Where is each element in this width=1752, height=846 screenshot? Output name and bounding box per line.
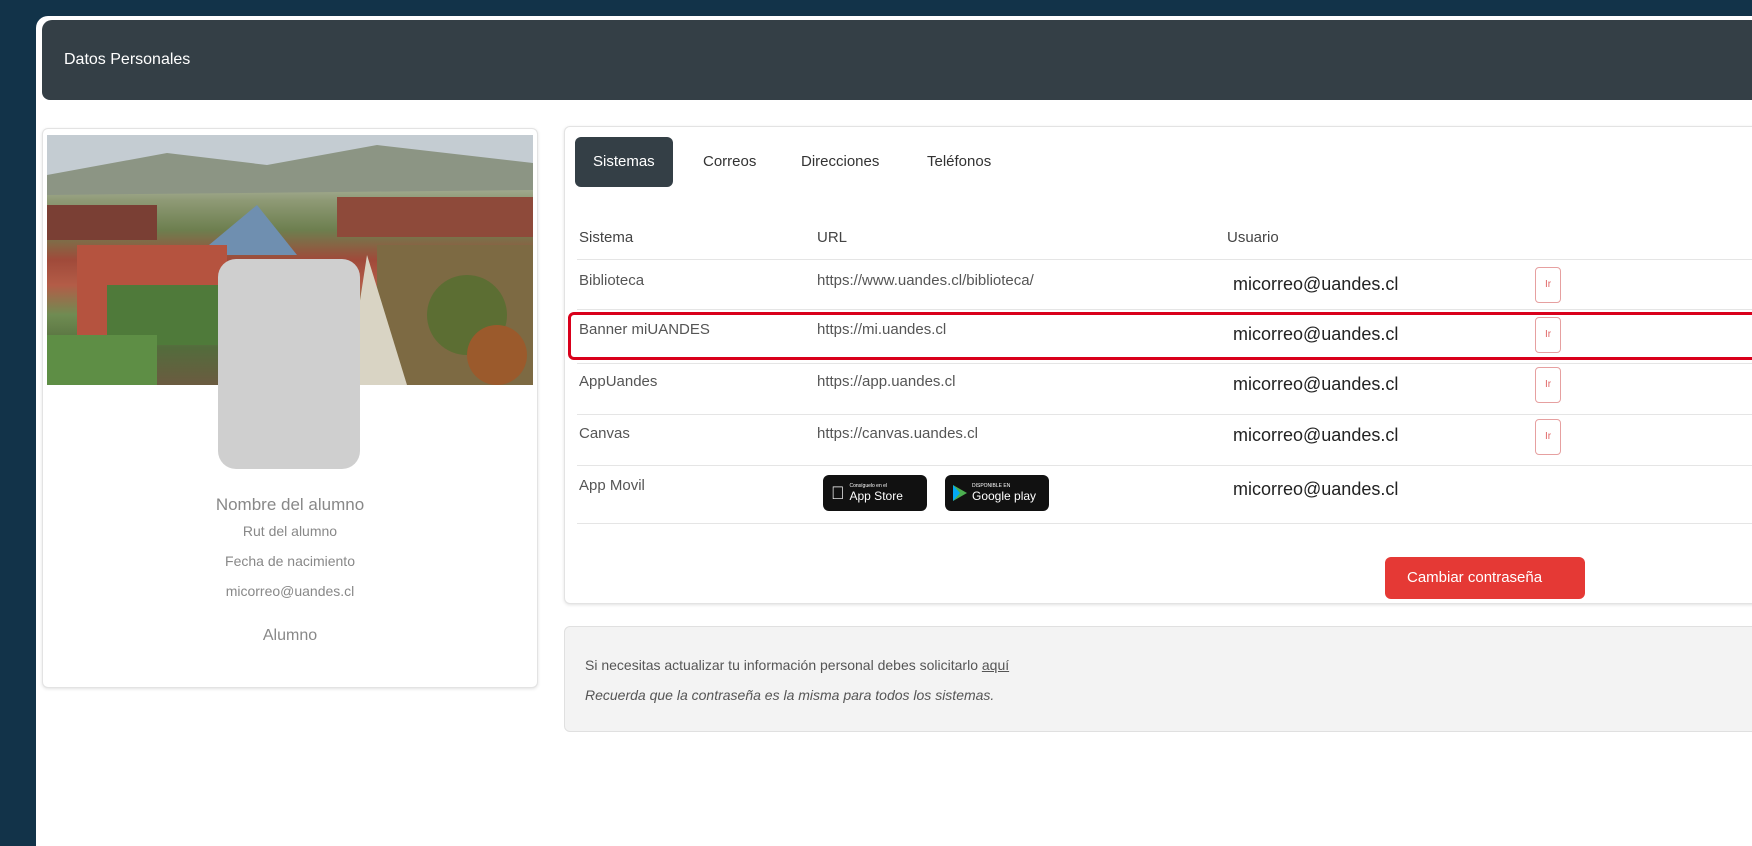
cell-system: App Movil <box>579 477 645 494</box>
request-link[interactable]: aquí <box>982 657 1009 673</box>
cell-system: Canvas <box>579 425 630 442</box>
tab-direcciones[interactable]: Direcciones <box>801 137 879 187</box>
student-birthdate: Fecha de nacimiento <box>225 553 355 569</box>
cell-user: micorreo@uandes.cl <box>1233 479 1399 499</box>
profile-card: Nombre del alumno Rut del alumno Fecha d… <box>42 128 538 688</box>
page-title: Datos Personales <box>64 51 191 68</box>
cell-system: Biblioteca <box>579 272 645 289</box>
note-line-1: Si necesitas actualizar tu información p… <box>585 657 1010 673</box>
tab-correos[interactable]: Correos <box>703 137 756 187</box>
apple-icon:  <box>831 483 845 504</box>
avatar <box>218 259 360 469</box>
row-divider <box>577 465 1752 466</box>
ir-button[interactable]: Ir <box>1535 419 1561 455</box>
student-rut: Rut del alumno <box>242 523 338 539</box>
student-role: Alumno <box>262 627 318 644</box>
cell-user: micorreo@uandes.cl <box>1233 425 1399 445</box>
row-divider <box>577 309 1752 310</box>
google-play-badge[interactable]: DISPONIBLE EN Google play <box>945 475 1049 511</box>
info-note: Si necesitas actualizar tu información p… <box>564 626 1752 732</box>
row-divider <box>577 414 1752 415</box>
student-name: Nombre del alumno <box>215 495 365 514</box>
systems-card: Sistemas Correos Direcciones Teléfonos S… <box>564 126 1752 604</box>
header-bar: Datos Personales <box>42 20 1752 100</box>
tab-sistemas[interactable]: Sistemas <box>575 137 673 187</box>
cell-user: micorreo@uandes.cl <box>1233 374 1399 394</box>
row-divider <box>577 363 1752 364</box>
ir-button[interactable]: Ir <box>1535 367 1561 403</box>
ir-button[interactable]: Ir <box>1535 267 1561 303</box>
cell-system: AppUandes <box>579 373 658 390</box>
google-play-icon <box>953 485 967 501</box>
note-line-2: Recuerda que la contraseña es la misma p… <box>585 687 995 703</box>
row-divider <box>577 523 1752 524</box>
column-header-url: URL <box>817 229 848 246</box>
cell-user: micorreo@uandes.cl <box>1233 274 1399 294</box>
cell-url[interactable]: https://canvas.uandes.cl <box>817 425 978 442</box>
column-header-usuario: Usuario <box>1227 229 1279 246</box>
app-store-badge[interactable]:  Consíguelo en el App Store <box>823 475 927 511</box>
change-password-button[interactable]: Cambiar contraseña <box>1385 557 1585 599</box>
cell-url[interactable]: https://app.uandes.cl <box>817 373 955 390</box>
student-email: micorreo@uandes.cl <box>225 583 355 599</box>
cell-url[interactable]: https://www.uandes.cl/biblioteca/ <box>817 272 1034 289</box>
column-header-sistema: Sistema <box>579 229 634 246</box>
row-divider <box>577 259 1752 260</box>
page-frame: Datos Personales Nombre del alumno Rut d… <box>36 16 1752 846</box>
tab-telefonos[interactable]: Teléfonos <box>927 137 991 187</box>
highlight-banner-row <box>568 312 1752 360</box>
